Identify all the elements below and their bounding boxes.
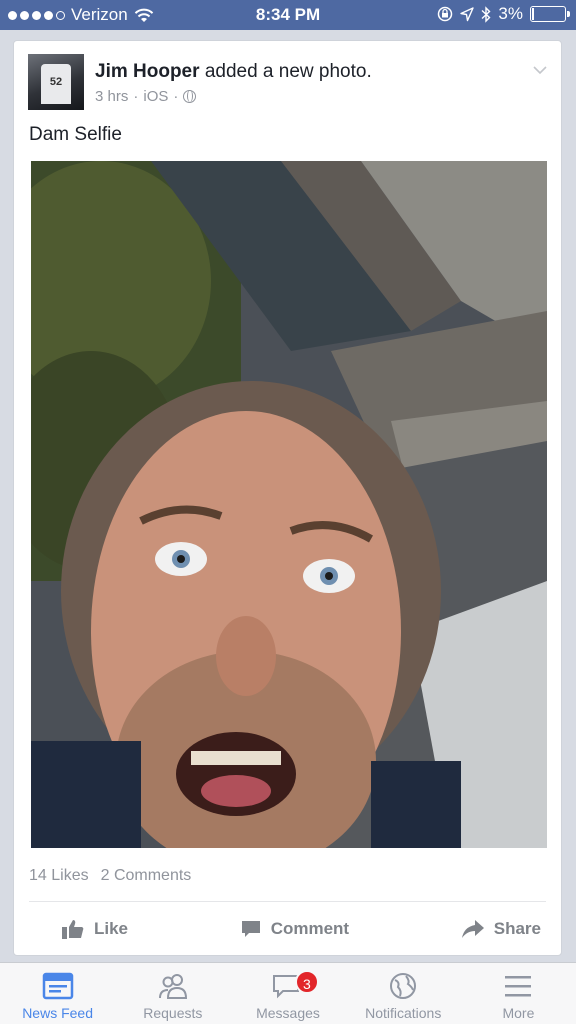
messages-badge: 3	[294, 970, 319, 994]
news-feed-icon	[42, 972, 73, 1000]
bottom-tab-bar: News Feed Requests 3 Messages Notificati…	[0, 962, 576, 1024]
comments-count[interactable]: 2 Comments	[101, 867, 192, 885]
privacy-globe-icon	[183, 90, 197, 103]
globe-icon	[390, 973, 417, 999]
tab-requests[interactable]: Requests	[115, 963, 230, 1024]
post-meta: 3 hrs · iOS ·	[95, 88, 197, 105]
share-button[interactable]: Share	[461, 911, 541, 947]
status-bar: Verizon 8:34 PM 3%	[0, 0, 576, 30]
friends-icon	[158, 974, 187, 999]
post-stats: 14 Likes 2 Comments	[29, 867, 191, 885]
like-button[interactable]: Like	[62, 911, 128, 947]
avatar-jersey: 52	[41, 64, 71, 104]
bluetooth-icon	[481, 5, 491, 23]
tab-label: Notifications	[365, 1005, 442, 1021]
tab-messages[interactable]: 3 Messages	[230, 963, 345, 1024]
comment-label: Comment	[270, 919, 350, 938]
meta-separator: ·	[173, 88, 179, 105]
meta-separator: ·	[133, 88, 139, 105]
share-label: Share	[493, 919, 541, 938]
like-label: Like	[94, 919, 129, 938]
tab-label: News Feed	[22, 1005, 93, 1021]
divider	[29, 901, 546, 902]
comment-button[interactable]: Comment	[241, 911, 349, 947]
battery-percent: 3%	[498, 4, 523, 23]
post-action-text: added a new photo.	[204, 61, 372, 82]
status-indicators: 3%	[437, 4, 570, 24]
rotation-lock-icon	[438, 6, 453, 22]
author-avatar[interactable]: 52	[28, 54, 84, 110]
location-icon	[460, 6, 475, 21]
tab-label: Requests	[143, 1005, 203, 1021]
share-arrow-icon	[461, 920, 484, 938]
post-actions: Like Comment Share	[14, 911, 561, 947]
post-card: 52 Jim Hooper added a new photo. 3 hrs ·…	[13, 40, 562, 956]
thumbs-up-icon	[62, 920, 84, 939]
likes-count[interactable]: 14 Likes	[29, 867, 89, 885]
post-header: Jim Hooper added a new photo.	[95, 61, 372, 83]
tab-label: Messages	[256, 1005, 320, 1021]
comment-icon	[241, 921, 260, 937]
tab-news-feed[interactable]: News Feed	[0, 963, 115, 1024]
tab-more[interactable]: More	[461, 963, 576, 1024]
post-source: iOS	[143, 88, 169, 105]
tab-label: More	[502, 1005, 535, 1021]
author-name[interactable]: Jim Hooper	[95, 61, 200, 82]
battery-icon	[530, 6, 570, 22]
post-photo[interactable]	[31, 161, 547, 848]
post-time[interactable]: 3 hrs	[95, 88, 128, 105]
battery-level	[532, 8, 534, 20]
post-caption: Dam Selfie	[29, 124, 122, 145]
chevron-down-icon[interactable]	[533, 63, 547, 77]
menu-icon	[505, 976, 532, 997]
tab-notifications[interactable]: Notifications	[346, 963, 461, 1024]
photo-image	[31, 161, 547, 848]
